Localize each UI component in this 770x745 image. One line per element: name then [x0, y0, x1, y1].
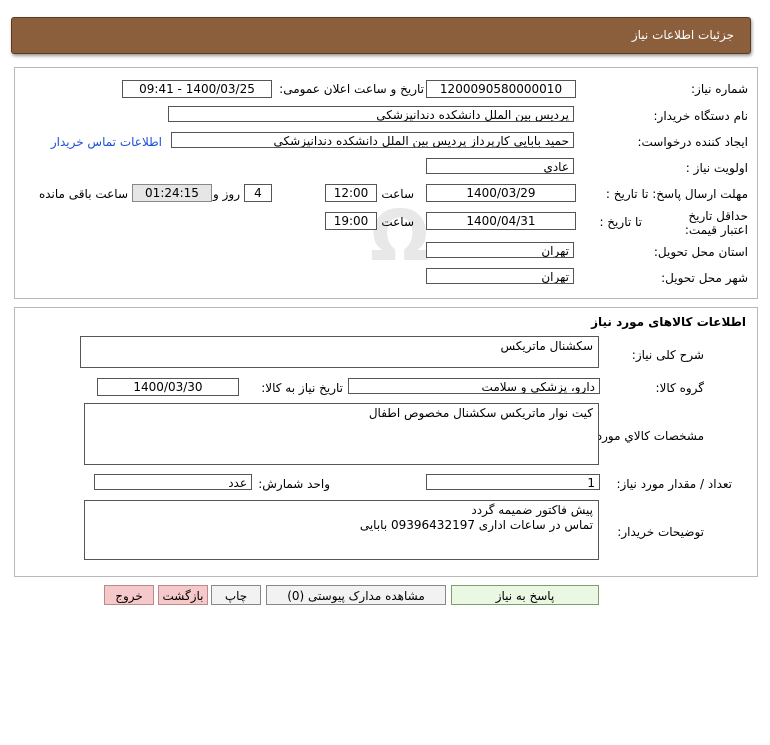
goods-section-title: اطلاعات کالاهای مورد نیاز — [591, 315, 746, 329]
buyer-notes-field: پیش فاکتور ضمیمه گردد تماس در ساعات ادار… — [84, 500, 599, 560]
need-number-label: شماره نیاز: — [691, 82, 748, 96]
announce-label: تاریخ و ساعت اعلان عمومی: — [279, 82, 424, 96]
buyer-notes-label: توضیحات خریدار: — [617, 525, 704, 539]
general-desc-field: سکشنال ماتریکس — [80, 336, 599, 368]
need-date-field: 1400/03/30 — [97, 378, 239, 396]
attachments-button[interactable]: مشاهده مدارک پیوستی (0) — [266, 585, 446, 605]
validity-time-label: ساعت — [381, 215, 414, 229]
days-field: 4 — [244, 184, 272, 202]
reply-date-field: 1400/03/29 — [426, 184, 576, 202]
reply-time-field: 12:00 — [325, 184, 377, 202]
goods-group-label: گروه کالا: — [655, 381, 705, 395]
qty-label: تعداد / مقدار مورد نیاز: — [616, 477, 732, 491]
province-label: استان محل تحویل: — [653, 245, 748, 259]
city-field: تهران — [426, 268, 574, 284]
city-label: شهر محل تحویل: — [661, 271, 748, 285]
exit-button[interactable]: خروج — [104, 585, 154, 605]
general-desc-label: شرح کلی نیاز: — [631, 348, 704, 362]
requester-field: حمید بابایی کارپرداز پردیس بین الملل دان… — [171, 132, 574, 148]
goods-group-field: دارو، پزشکی و سلامت — [348, 378, 600, 394]
qty-field: 1 — [426, 474, 600, 490]
need-date-label: تاریخ نیاز به کالا: — [261, 381, 343, 395]
back-button[interactable]: بازگشت — [158, 585, 208, 605]
print-button[interactable]: چاپ — [211, 585, 261, 605]
unit-field: عدد — [94, 474, 252, 490]
reply-deadline-label: مهلت ارسال پاسخ: تا تاریخ : — [605, 187, 748, 201]
validity-date-field: 1400/04/31 — [426, 212, 576, 230]
buyer-org-label: نام دستگاه خریدار: — [653, 109, 749, 123]
need-number-field: 1200090580000010 — [426, 80, 576, 98]
province-field: تهران — [426, 242, 574, 258]
page-title: جزئیات اطلاعات نیاز — [631, 28, 734, 42]
priority-label: اولویت نیاز : — [685, 161, 748, 175]
buyer-org-field: پردیس بین الملل دانشکده دندانپزشکی — [168, 106, 574, 122]
reply-button[interactable]: پاسخ به نیاز — [451, 585, 599, 605]
priority-field: عادي — [426, 158, 574, 174]
remaining-label: ساعت باقی مانده — [38, 187, 128, 201]
reply-time-label: ساعت — [381, 187, 414, 201]
price-validity-label: حداقل تاریخ اعتبار قیمت: — [684, 209, 748, 237]
announce-field: 1400/03/25 - 09:41 — [122, 80, 272, 98]
need-info-panel — [14, 67, 758, 299]
until-date-label: تا تاریخ : — [599, 215, 642, 229]
contact-buyer-link[interactable]: اطلاعات تماس خریدار — [51, 135, 162, 149]
requester-label: ایجاد کننده درخواست: — [637, 135, 748, 149]
specs-field: کیت نوار ماتریکس سکشنال مخصوص اطفال — [84, 403, 599, 465]
validity-time-field: 19:00 — [325, 212, 377, 230]
remaining-time-field: 01:24:15 — [132, 184, 212, 202]
days-and-label: روز و — [213, 187, 240, 201]
unit-label: واحد شمارش: — [258, 477, 330, 491]
page-header: جزئیات اطلاعات نیاز — [11, 17, 751, 54]
